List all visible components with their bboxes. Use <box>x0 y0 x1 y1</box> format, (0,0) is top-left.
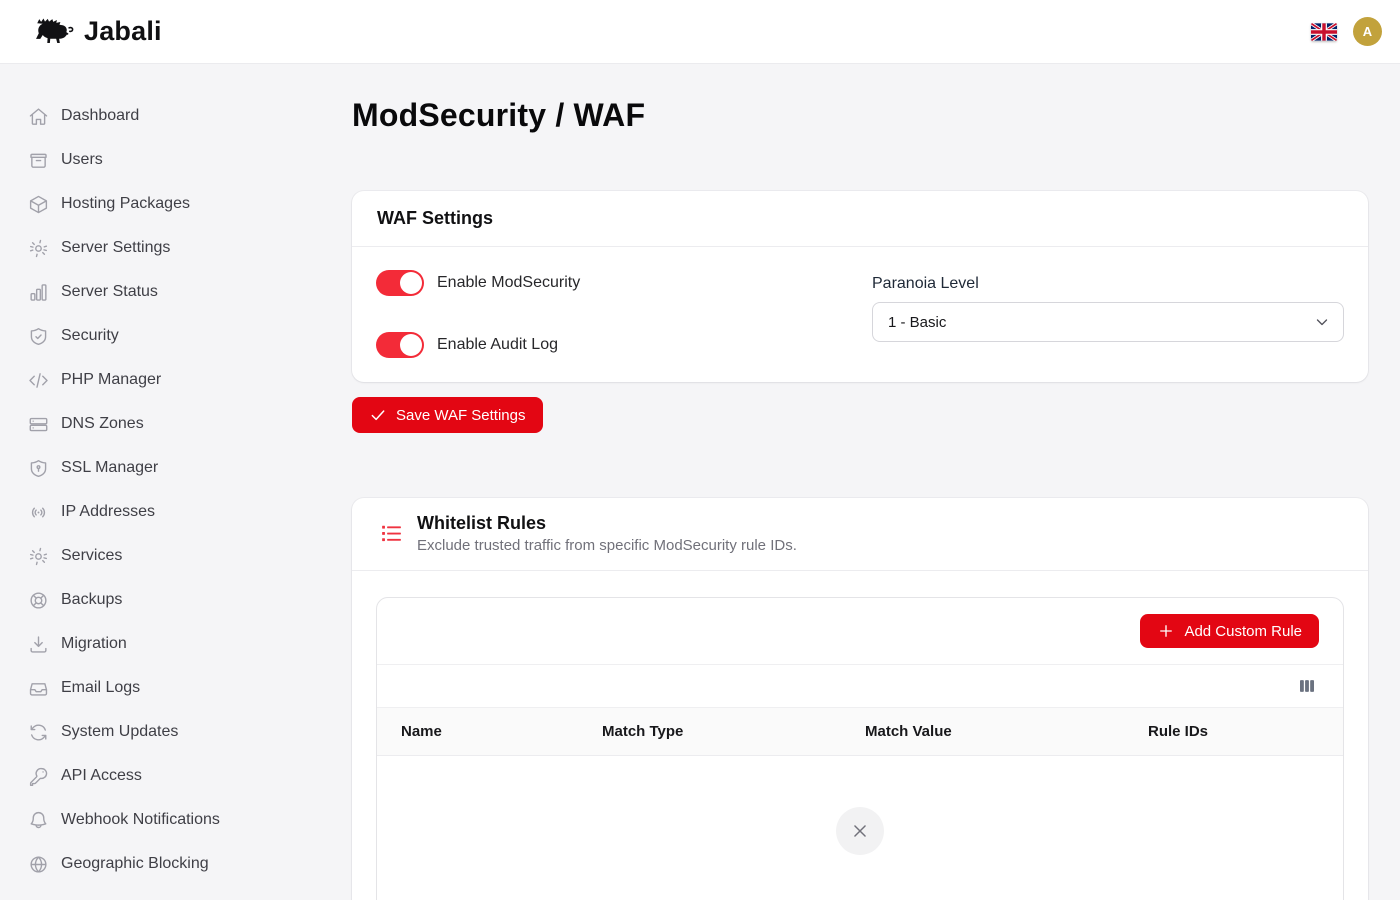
sidebar-item-label: Migration <box>61 635 127 653</box>
enable-audit-log-label: Enable Audit Log <box>437 336 558 354</box>
sidebar-item-label: Server Settings <box>61 239 170 257</box>
sidebar-item-label: Geographic Blocking <box>61 855 209 873</box>
page-title: ModSecurity / WAF <box>352 97 1368 134</box>
sidebar-nav: Dashboard Users Hosting Packages Server … <box>0 64 320 900</box>
sidebar-item-label: Hosting Packages <box>61 195 190 213</box>
sidebar-item-server-status[interactable]: Server Status <box>0 270 320 314</box>
column-header-match-type[interactable]: Match Type <box>578 723 841 740</box>
chevron-down-icon <box>1313 313 1331 331</box>
jabali-boar-logo <box>28 15 76 49</box>
sidebar-item-dashboard[interactable]: Dashboard <box>0 94 320 138</box>
home-icon <box>28 106 49 127</box>
sidebar-item-label: API Access <box>61 767 142 785</box>
bell-icon <box>28 810 49 831</box>
sidebar-item-label: System Updates <box>61 723 178 741</box>
lifebuoy-icon <box>28 590 49 611</box>
enable-modsecurity-toggle[interactable] <box>376 270 424 296</box>
empty-state-circle <box>836 807 884 855</box>
list-icon <box>379 521 404 546</box>
users-icon <box>28 150 49 171</box>
package-icon <box>28 194 49 215</box>
whitelist-rules-title: Whitelist Rules <box>417 513 797 534</box>
server-icon <box>28 414 49 435</box>
shield-lock-icon <box>28 458 49 479</box>
brand-name: Jabali <box>84 16 162 47</box>
sidebar-item-label: Services <box>61 547 122 565</box>
language-flag-button[interactable] <box>1311 23 1337 41</box>
whitelist-rules-card: Whitelist Rules Exclude trusted traffic … <box>352 498 1368 900</box>
sidebar-item-ip-addresses[interactable]: IP Addresses <box>0 490 320 534</box>
sidebar-item-label: IP Addresses <box>61 503 155 521</box>
inbox-icon <box>28 678 49 699</box>
column-visibility-button[interactable] <box>1295 674 1319 698</box>
sidebar-item-label: Server Status <box>61 283 158 301</box>
columns-icon <box>1297 676 1317 696</box>
sidebar-item-geographic-blocking[interactable]: Geographic Blocking <box>0 842 320 886</box>
brand[interactable]: Jabali <box>28 15 162 49</box>
key-icon <box>28 766 49 787</box>
sidebar-item-dns-zones[interactable]: DNS Zones <box>0 402 320 446</box>
paranoia-level-value: 1 - Basic <box>888 314 1313 331</box>
column-header-rule-ids[interactable]: Rule IDs <box>1124 723 1343 740</box>
sidebar-item-label: SSL Manager <box>61 459 158 477</box>
enable-modsecurity-label: Enable ModSecurity <box>437 274 580 292</box>
sidebar-item-email-logs[interactable]: Email Logs <box>0 666 320 710</box>
waf-settings-title: WAF Settings <box>377 208 1343 229</box>
signal-icon <box>28 502 49 523</box>
shield-check-icon <box>28 326 49 347</box>
check-icon <box>369 406 387 424</box>
download-tray-icon <box>28 634 49 655</box>
paranoia-level-select[interactable]: 1 - Basic <box>872 302 1344 342</box>
save-waf-settings-label: Save WAF Settings <box>396 407 526 424</box>
sidebar-item-label: PHP Manager <box>61 371 161 389</box>
waf-settings-card: WAF Settings Enable ModSecurity Enable <box>352 191 1368 382</box>
sidebar-item-backups[interactable]: Backups <box>0 578 320 622</box>
paranoia-level-label: Paranoia Level <box>872 275 1344 293</box>
gear-icon <box>28 238 49 259</box>
sidebar-item-label: Users <box>61 151 103 169</box>
sidebar-item-security[interactable]: Security <box>0 314 320 358</box>
rules-table-panel: Add Custom Rule Name Match Type Ma <box>376 597 1344 900</box>
sidebar-item-webhook-notifications[interactable]: Webhook Notifications <box>0 798 320 842</box>
sidebar-item-label: Backups <box>61 591 122 609</box>
sidebar-item-users[interactable]: Users <box>0 138 320 182</box>
user-avatar[interactable]: A <box>1353 17 1382 46</box>
gear-icon <box>28 546 49 567</box>
globe-icon <box>28 854 49 875</box>
refresh-icon <box>28 722 49 743</box>
sidebar-item-label: Dashboard <box>61 107 139 125</box>
rules-table-header: Name Match Type Match Value Rule IDs <box>377 708 1343 756</box>
whitelist-rules-subtitle: Exclude trusted traffic from specific Mo… <box>417 537 797 554</box>
sidebar-item-services[interactable]: Services <box>0 534 320 578</box>
empty-rules-state <box>377 756 1343 900</box>
add-custom-rule-button[interactable]: Add Custom Rule <box>1140 614 1319 648</box>
close-icon <box>849 820 871 842</box>
add-custom-rule-label: Add Custom Rule <box>1184 623 1302 640</box>
plus-icon <box>1157 622 1175 640</box>
uk-flag-icon <box>1311 23 1337 41</box>
sidebar-item-label: Email Logs <box>61 679 140 697</box>
chart-bar-icon <box>28 282 49 303</box>
sidebar-item-migration[interactable]: Migration <box>0 622 320 666</box>
column-header-match-value[interactable]: Match Value <box>841 723 1124 740</box>
sidebar-item-hosting-packages[interactable]: Hosting Packages <box>0 182 320 226</box>
sidebar-item-api-access[interactable]: API Access <box>0 754 320 798</box>
main-content: ModSecurity / WAF WAF Settings Enable Mo… <box>320 64 1400 900</box>
code-icon <box>28 370 49 391</box>
sidebar-item-ssl-manager[interactable]: SSL Manager <box>0 446 320 490</box>
top-header: Jabali A <box>0 0 1400 64</box>
sidebar-item-system-updates[interactable]: System Updates <box>0 710 320 754</box>
sidebar-item-label: Security <box>61 327 119 345</box>
sidebar-item-server-settings[interactable]: Server Settings <box>0 226 320 270</box>
sidebar-item-php-manager[interactable]: PHP Manager <box>0 358 320 402</box>
save-waf-settings-button[interactable]: Save WAF Settings <box>352 397 543 433</box>
column-header-name[interactable]: Name <box>377 723 578 740</box>
sidebar-item-label: Webhook Notifications <box>61 811 220 829</box>
enable-audit-log-toggle[interactable] <box>376 332 424 358</box>
sidebar-item-label: DNS Zones <box>61 415 144 433</box>
